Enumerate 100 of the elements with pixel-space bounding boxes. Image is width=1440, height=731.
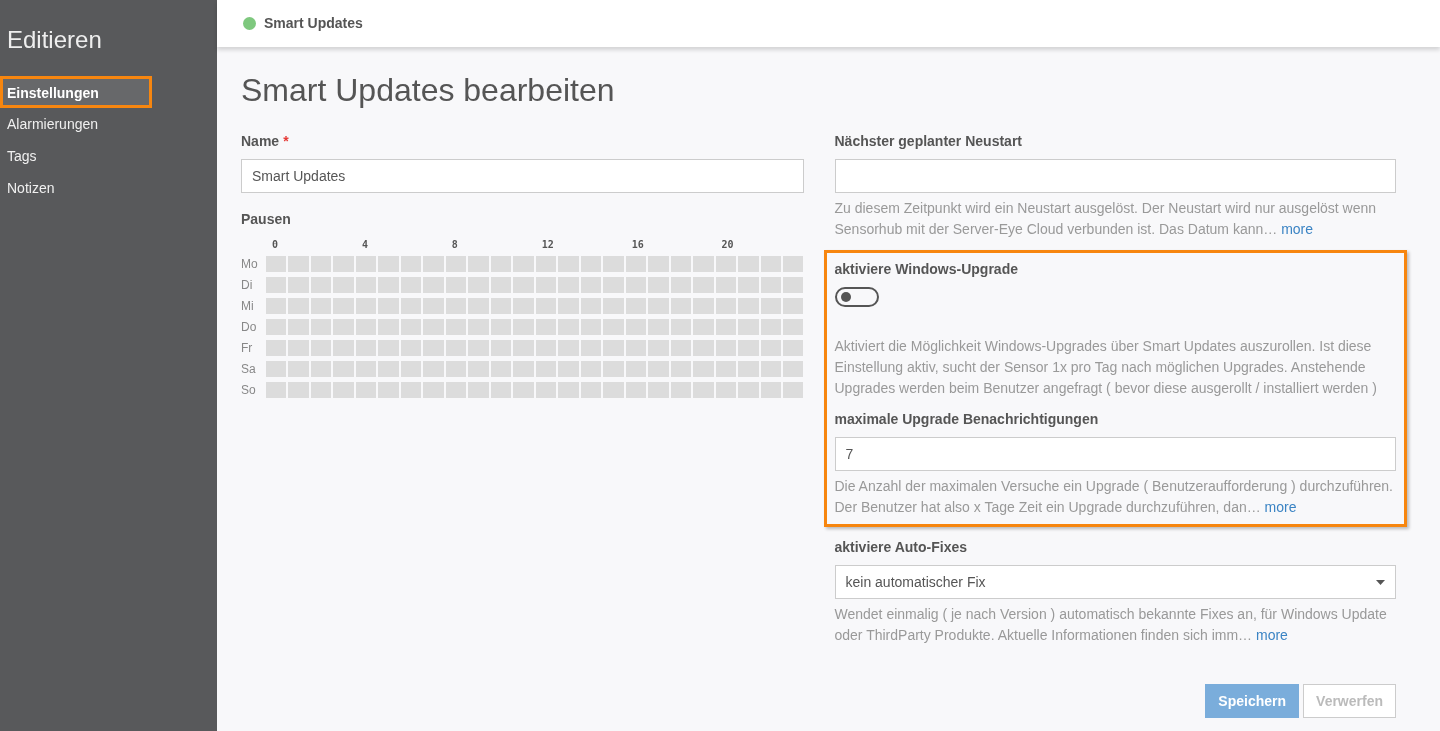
pause-cell[interactable] (445, 361, 467, 378)
pause-cell[interactable] (603, 340, 624, 357)
pause-cell[interactable] (783, 277, 804, 294)
pause-cell[interactable] (423, 277, 444, 294)
pause-cell[interactable] (783, 256, 804, 273)
pause-cell[interactable] (738, 319, 759, 336)
pause-cell[interactable] (535, 256, 557, 273)
pause-cell[interactable] (266, 256, 287, 273)
pause-cell[interactable] (355, 361, 377, 378)
pause-cell[interactable] (378, 298, 399, 315)
pause-cell[interactable] (670, 340, 692, 357)
pause-cell[interactable] (355, 277, 377, 294)
pause-cell[interactable] (693, 256, 714, 273)
pause-cell[interactable] (400, 340, 422, 357)
pause-cell[interactable] (603, 382, 624, 399)
pause-cell[interactable] (490, 382, 512, 399)
pause-cell[interactable] (715, 256, 737, 273)
pause-cell[interactable] (490, 256, 512, 273)
pause-cell[interactable] (603, 256, 624, 273)
pause-cell[interactable] (355, 298, 377, 315)
more-link[interactable]: more (1281, 221, 1314, 238)
pause-cell[interactable] (625, 319, 647, 336)
pause-cell[interactable] (670, 277, 692, 294)
pause-cell[interactable] (715, 361, 737, 378)
pause-cell[interactable] (490, 361, 512, 378)
pause-cell[interactable] (333, 340, 354, 357)
pause-cell[interactable] (715, 298, 737, 315)
pause-cell[interactable] (580, 298, 602, 315)
pause-cell[interactable] (513, 256, 534, 273)
pause-cell[interactable] (400, 319, 422, 336)
pause-cell[interactable] (288, 340, 309, 357)
pause-cell[interactable] (715, 382, 737, 399)
pause-cell[interactable] (423, 361, 444, 378)
pause-cell[interactable] (445, 256, 467, 273)
pause-cell[interactable] (423, 319, 444, 336)
pause-cell[interactable] (513, 298, 534, 315)
pause-cell[interactable] (760, 277, 781, 294)
pause-cell[interactable] (490, 298, 512, 315)
select-field[interactable]: kein automatischer Fix (834, 565, 1396, 600)
pause-cell[interactable] (738, 382, 759, 399)
pause-cell[interactable] (400, 277, 422, 294)
pause-cell[interactable] (378, 361, 399, 378)
pause-cell[interactable] (535, 340, 557, 357)
pause-cell[interactable] (558, 340, 579, 357)
pause-cell[interactable] (670, 382, 692, 399)
pause-cell[interactable] (310, 319, 332, 336)
sidebar-item[interactable]: Einstellungen (0, 76, 152, 108)
pause-cell[interactable] (580, 277, 602, 294)
pause-cell[interactable] (535, 361, 557, 378)
pause-cell[interactable] (468, 256, 489, 273)
pause-cell[interactable] (738, 340, 759, 357)
pause-cell[interactable] (648, 298, 669, 315)
pause-cell[interactable] (783, 340, 804, 357)
pause-cell[interactable] (783, 382, 804, 399)
pause-cell[interactable] (333, 361, 354, 378)
pause-cell[interactable] (513, 361, 534, 378)
pause-cell[interactable] (738, 256, 759, 273)
pause-cell[interactable] (468, 382, 489, 399)
pause-cell[interactable] (760, 298, 781, 315)
pause-cell[interactable] (400, 361, 422, 378)
pause-cell[interactable] (738, 361, 759, 378)
pause-cell[interactable] (648, 340, 669, 357)
pause-cell[interactable] (310, 256, 332, 273)
pause-cell[interactable] (760, 340, 781, 357)
pause-cell[interactable] (513, 319, 534, 336)
pause-cell[interactable] (288, 382, 309, 399)
pause-cell[interactable] (355, 319, 377, 336)
pause-cell[interactable] (513, 382, 534, 399)
pause-cell[interactable] (266, 361, 287, 378)
pause-cell[interactable] (535, 277, 557, 294)
pause-cell[interactable] (693, 361, 714, 378)
pause-cell[interactable] (378, 340, 399, 357)
pause-cell[interactable] (445, 298, 467, 315)
pause-cell[interactable] (333, 382, 354, 399)
pause-cell[interactable] (310, 361, 332, 378)
pause-cell[interactable] (558, 382, 579, 399)
pause-cell[interactable] (558, 298, 579, 315)
pause-cell[interactable] (400, 256, 422, 273)
pause-cell[interactable] (423, 298, 444, 315)
pause-cell[interactable] (378, 319, 399, 336)
pause-cell[interactable] (580, 382, 602, 399)
pause-cell[interactable] (648, 319, 669, 336)
pause-cell[interactable] (310, 277, 332, 294)
pause-cell[interactable] (423, 340, 444, 357)
pause-cell[interactable] (603, 319, 624, 336)
pause-cell[interactable] (490, 277, 512, 294)
pause-cell[interactable] (760, 256, 781, 273)
pause-cell[interactable] (558, 256, 579, 273)
pause-cell[interactable] (580, 340, 602, 357)
pause-cell[interactable] (580, 361, 602, 378)
pause-cell[interactable] (693, 340, 714, 357)
pause-cell[interactable] (648, 361, 669, 378)
pause-cell[interactable] (468, 277, 489, 294)
pause-cell[interactable] (693, 277, 714, 294)
pause-cell[interactable] (648, 277, 669, 294)
pause-cell[interactable] (445, 340, 467, 357)
pause-cell[interactable] (288, 298, 309, 315)
pause-cell[interactable] (783, 298, 804, 315)
pause-cell[interactable] (310, 382, 332, 399)
pause-cell[interactable] (603, 361, 624, 378)
